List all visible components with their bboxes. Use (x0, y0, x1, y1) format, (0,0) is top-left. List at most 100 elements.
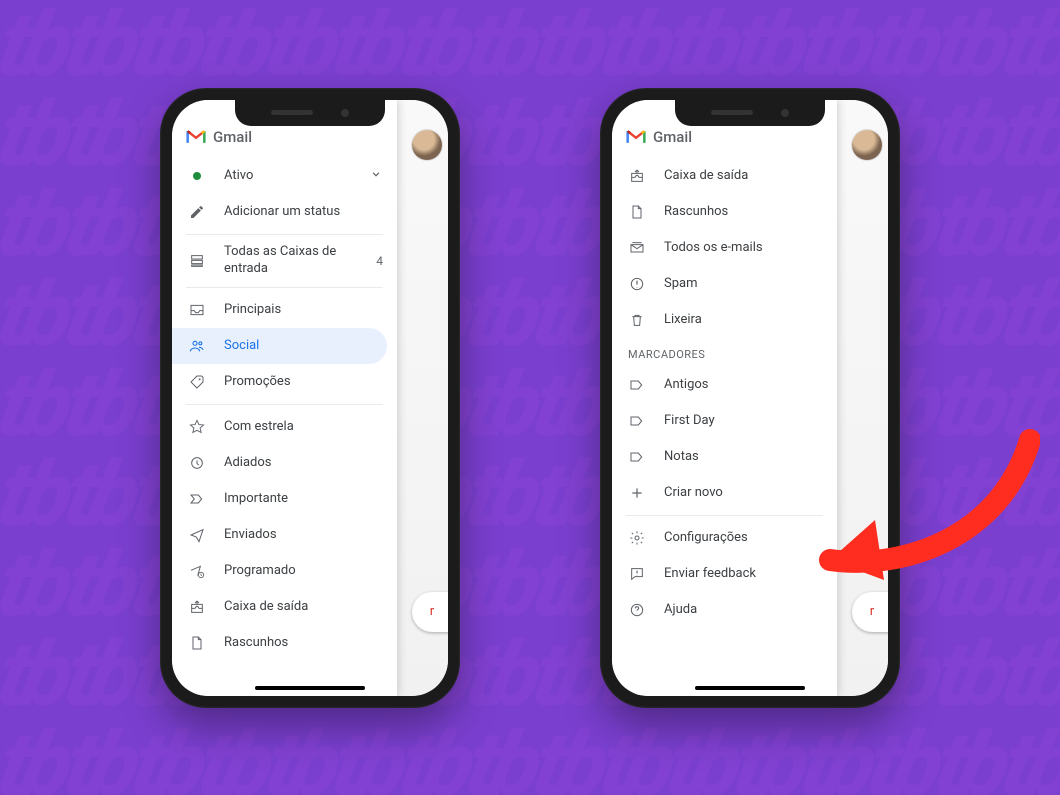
label-item-antigos[interactable]: Antigos (612, 367, 837, 403)
sidebar-item-promotions[interactable]: Promoções (172, 364, 397, 400)
status-active[interactable]: Ativo (172, 158, 397, 194)
plus-icon (628, 484, 646, 502)
item-label: Notas (664, 449, 823, 464)
sidebar-item-drafts[interactable]: Rascunhos (612, 194, 837, 230)
file-icon (628, 203, 646, 221)
label-icon (628, 412, 646, 430)
spam-icon (628, 275, 646, 293)
sidebar-item-snoozed[interactable]: Adiados (172, 445, 397, 481)
inbox-icon (188, 301, 206, 319)
phone-screen: r Gmail Ativo Ad (172, 100, 448, 696)
item-label: Spam (664, 276, 823, 291)
feedback-icon (628, 565, 646, 583)
item-label: Rascunhos (224, 635, 383, 650)
sidebar-item-sent[interactable]: Enviados (172, 517, 397, 553)
item-label: Rascunhos (664, 204, 823, 219)
item-label: Todos os e-mails (664, 240, 823, 255)
help-item[interactable]: Ajuda (612, 592, 837, 628)
item-label: Lixeira (664, 312, 823, 327)
divider (186, 287, 383, 288)
all-inboxes-icon (188, 252, 206, 270)
settings-item[interactable]: Configurações (612, 520, 837, 556)
gear-icon (628, 529, 646, 547)
item-label: Antigos (664, 377, 823, 392)
sidebar-item-trash[interactable]: Lixeira (612, 302, 837, 338)
create-new-label[interactable]: Criar novo (612, 475, 837, 511)
sidebar-item-allmail[interactable]: Todos os e-mails (612, 230, 837, 266)
phone-left: r Gmail Ativo Ad (160, 88, 460, 708)
item-label: Caixa de saída (664, 168, 823, 183)
label-icon (628, 448, 646, 466)
divider (626, 515, 823, 516)
label-icon (628, 376, 646, 394)
outbox-icon (628, 167, 646, 185)
item-label: Enviar feedback (664, 566, 823, 581)
item-label: Todas as Caixas de entrada (224, 244, 358, 277)
phone-right: r Gmail Caixa de saída Rascun (600, 88, 900, 708)
item-label: Social (224, 338, 373, 353)
sidebar-item-scheduled[interactable]: Programado (172, 553, 397, 589)
navigation-drawer: Gmail Ativo Adicionar um status (172, 100, 397, 696)
item-label: Adiados (224, 455, 383, 470)
account-avatar[interactable] (412, 130, 442, 160)
item-label: Programado (224, 563, 383, 578)
stack-mail-icon (628, 239, 646, 257)
item-label: Configurações (664, 530, 823, 545)
item-label: Caixa de saída (224, 599, 383, 614)
labels-section-header: Marcadores (612, 338, 837, 367)
sidebar-item-social[interactable]: Social (172, 328, 387, 364)
gmail-logo-icon (626, 129, 646, 145)
add-status[interactable]: Adicionar um status (172, 194, 397, 230)
compose-button[interactable]: r (412, 592, 448, 632)
brand-label: Gmail (213, 128, 252, 146)
sidebar-item-outbox[interactable]: Caixa de saída (172, 589, 397, 625)
item-label: Com estrela (224, 419, 383, 434)
gmail-logo-icon (186, 129, 206, 145)
sidebar-item-primary[interactable]: Principais (172, 292, 397, 328)
item-count: 4 (376, 254, 383, 268)
send-icon (188, 526, 206, 544)
compose-button[interactable]: r (852, 592, 888, 632)
sidebar-item-drafts[interactable]: Rascunhos (172, 625, 397, 661)
all-inboxes[interactable]: Todas as Caixas de entrada 4 (172, 239, 397, 283)
chevron-down-icon (369, 167, 383, 185)
account-avatar[interactable] (852, 130, 882, 160)
item-label: Adicionar um status (224, 204, 383, 219)
sidebar-item-important[interactable]: Importante (172, 481, 397, 517)
help-icon (628, 601, 646, 619)
item-label: First Day (664, 413, 823, 428)
label-item-notas[interactable]: Notas (612, 439, 837, 475)
send-clock-icon (188, 562, 206, 580)
item-label: Enviados (224, 527, 383, 542)
pencil-icon (188, 203, 206, 221)
item-label: Importante (224, 491, 383, 506)
outbox-icon (188, 598, 206, 616)
divider (186, 404, 383, 405)
divider (186, 234, 383, 235)
phone-screen: r Gmail Caixa de saída Rascun (612, 100, 888, 696)
star-icon (188, 418, 206, 436)
important-icon (188, 490, 206, 508)
clock-icon (188, 454, 206, 472)
label-item-firstday[interactable]: First Day (612, 403, 837, 439)
navigation-drawer: Gmail Caixa de saída Rascunhos Todos os … (612, 100, 837, 696)
tag-icon (188, 373, 206, 391)
phone-notch (235, 100, 385, 126)
item-label: Ajuda (664, 602, 823, 617)
sidebar-item-outbox[interactable]: Caixa de saída (612, 158, 837, 194)
status-label: Ativo (224, 168, 351, 183)
item-label: Principais (224, 302, 383, 317)
item-label: Promoções (224, 374, 383, 389)
phone-notch (675, 100, 825, 126)
trash-icon (628, 311, 646, 329)
active-dot-icon (188, 167, 206, 185)
people-icon (188, 337, 206, 355)
content-peek: r (396, 100, 448, 696)
content-peek: r (836, 100, 888, 696)
file-icon (188, 634, 206, 652)
feedback-item[interactable]: Enviar feedback (612, 556, 837, 592)
item-label: Criar novo (664, 485, 823, 500)
sidebar-item-spam[interactable]: Spam (612, 266, 837, 302)
brand-label: Gmail (653, 128, 692, 146)
sidebar-item-starred[interactable]: Com estrela (172, 409, 397, 445)
